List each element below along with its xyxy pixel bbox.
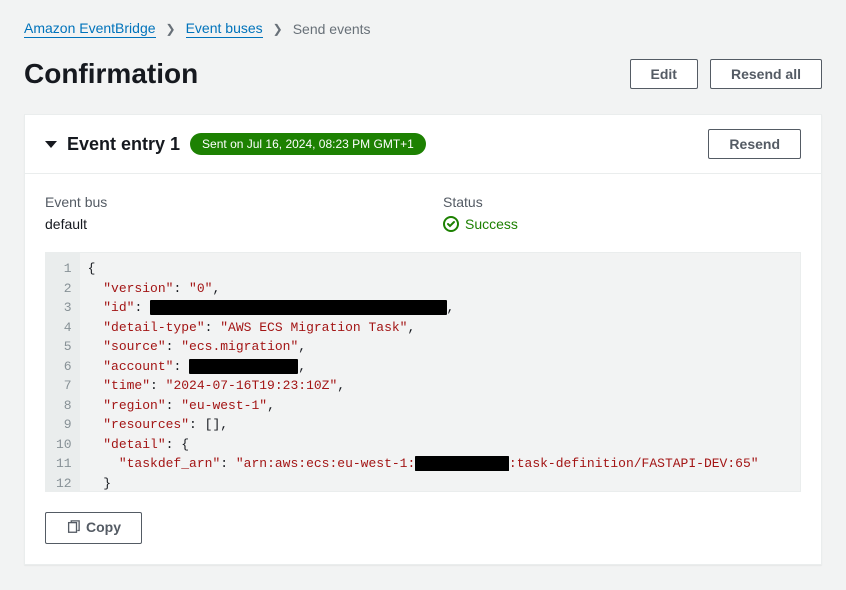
header-actions: Edit Resend all [630, 59, 822, 89]
breadcrumb-current: Send events [293, 21, 371, 37]
breadcrumb: Amazon EventBridge ❯ Event buses ❯ Send … [24, 20, 822, 38]
code-gutter: 1 2 3 4 5 6 7 8 9 10 11 12 13 [46, 253, 80, 491]
event-entry-panel: Event entry 1 Sent on Jul 16, 2024, 08:2… [24, 114, 822, 565]
entry-title: Event entry 1 [67, 134, 180, 155]
status-value: Success [443, 216, 801, 232]
chevron-right-icon: ❯ [273, 22, 283, 36]
breadcrumb-root[interactable]: Amazon EventBridge [24, 20, 156, 38]
page-title: Confirmation [24, 58, 198, 90]
resend-all-button[interactable]: Resend all [710, 59, 822, 89]
edit-button[interactable]: Edit [630, 59, 698, 89]
success-check-icon [443, 216, 459, 232]
copy-label: Copy [86, 519, 121, 535]
event-bus-value: default [45, 216, 403, 232]
event-bus-label: Event bus [45, 194, 403, 210]
copy-button[interactable]: Copy [45, 512, 142, 544]
page-header: Confirmation Edit Resend all [24, 58, 822, 90]
event-json-code[interactable]: 1 2 3 4 5 6 7 8 9 10 11 12 13 { "version… [45, 252, 801, 492]
resend-button[interactable]: Resend [708, 129, 801, 159]
code-content: { "version": "0", "id": "███████████████… [80, 253, 800, 491]
status-text: Success [465, 216, 518, 232]
chevron-right-icon: ❯ [166, 22, 176, 36]
timestamp-badge: Sent on Jul 16, 2024, 08:23 PM GMT+1 [190, 133, 426, 155]
caret-down-icon[interactable] [45, 141, 57, 148]
panel-header: Event entry 1 Sent on Jul 16, 2024, 08:2… [25, 115, 821, 174]
copy-icon [66, 520, 80, 537]
breadcrumb-buses[interactable]: Event buses [186, 20, 263, 38]
panel-body: Event bus default Status Success 1 2 3 4… [25, 174, 821, 564]
status-label: Status [443, 194, 801, 210]
